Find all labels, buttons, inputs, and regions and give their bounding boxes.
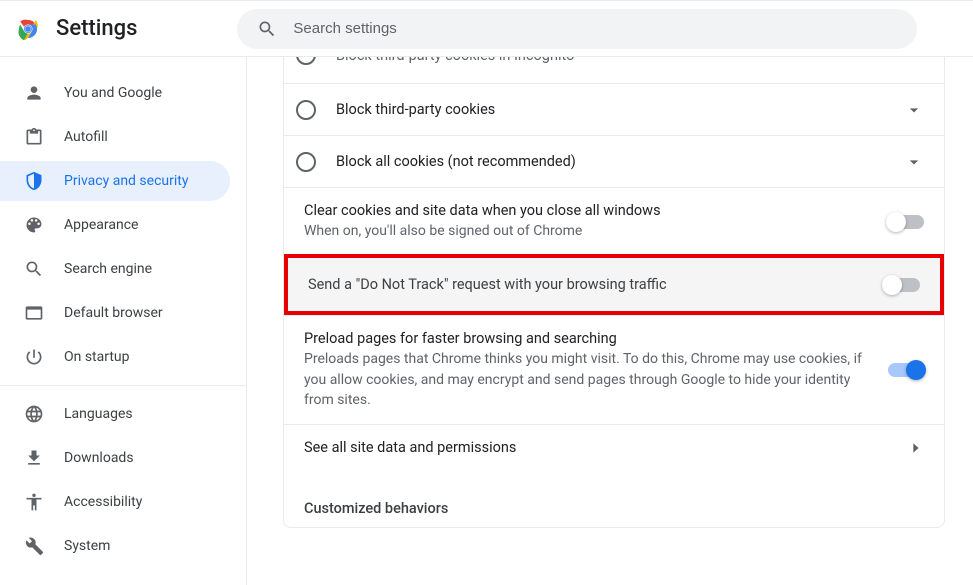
radio-block-third-party[interactable]: Block third-party cookies	[284, 83, 944, 135]
section-customized-behaviors: Customized behaviors	[284, 470, 944, 527]
radio-icon	[296, 100, 316, 120]
setting-title: Send a "Do Not Track" request with your …	[308, 276, 864, 293]
arrow-right-icon	[908, 440, 924, 456]
search-container[interactable]	[237, 9, 917, 49]
sidebar-item-privacy-and-security[interactable]: Privacy and security	[0, 161, 230, 201]
sidebar-item-label: Autofill	[64, 129, 108, 145]
toggle-do-not-track[interactable]	[884, 278, 920, 292]
sidebar-item-system[interactable]: System	[0, 526, 230, 566]
clipboard-icon	[24, 127, 44, 147]
search-icon	[24, 259, 44, 279]
setting-clear-on-close[interactable]: Clear cookies and site data when you clo…	[284, 187, 944, 255]
radio-label: Block all cookies (not recommended)	[336, 153, 904, 170]
wrench-icon	[24, 536, 44, 556]
sidebar-item-default-browser[interactable]: Default browser	[0, 293, 230, 333]
toggle-preload[interactable]	[888, 363, 924, 377]
radio-block-third-party-incognito[interactable]: Block third-party cookies in Incognito	[284, 57, 944, 83]
setting-title: Clear cookies and site data when you clo…	[304, 202, 868, 219]
setting-title: See all site data and permissions	[304, 439, 908, 456]
sidebar-item-label: Privacy and security	[64, 173, 188, 189]
setting-title: Preload pages for faster browsing and se…	[304, 330, 868, 347]
sidebar-item-appearance[interactable]: Appearance	[0, 205, 230, 245]
page-title: Settings	[56, 16, 137, 41]
radio-label: Block third-party cookies in Incognito	[336, 57, 924, 64]
link-see-all-site-data[interactable]: See all site data and permissions	[284, 424, 944, 470]
setting-subtitle: When on, you'll also be signed out of Ch…	[304, 221, 868, 241]
sidebar-item-label: You and Google	[64, 85, 162, 101]
setting-text: Send a "Do Not Track" request with your …	[308, 276, 864, 293]
sidebar-item-label: System	[64, 538, 110, 554]
search-input[interactable]	[293, 20, 897, 37]
sidebar-item-label: Downloads	[64, 450, 134, 466]
setting-text: Clear cookies and site data when you clo…	[304, 202, 868, 241]
sidebar-item-label: Accessibility	[64, 494, 142, 510]
setting-text: Preload pages for faster browsing and se…	[304, 330, 868, 410]
sidebar-item-label: On startup	[64, 349, 130, 365]
search-icon	[257, 19, 277, 39]
chrome-logo-icon	[16, 17, 40, 41]
shield-icon	[24, 171, 44, 191]
sidebar-item-downloads[interactable]: Downloads	[0, 438, 230, 478]
chevron-down-icon	[904, 100, 924, 120]
sidebar-item-autofill[interactable]: Autofill	[0, 117, 230, 157]
person-icon	[24, 83, 44, 103]
sidebar-item-label: Appearance	[64, 217, 138, 233]
setting-preload[interactable]: Preload pages for faster browsing and se…	[284, 315, 944, 424]
setting-text: See all site data and permissions	[304, 439, 908, 456]
palette-icon	[24, 215, 44, 235]
setting-subtitle: Preloads pages that Chrome thinks you mi…	[304, 349, 868, 410]
radio-block-all[interactable]: Block all cookies (not recommended)	[284, 135, 944, 187]
sidebar-item-languages[interactable]: Languages	[0, 394, 230, 434]
main-content: Block third-party cookies in Incognito B…	[247, 57, 973, 585]
accessibility-icon	[24, 492, 44, 512]
radio-icon	[296, 57, 316, 65]
header: Settings	[0, 1, 973, 57]
sidebar-item-label: Search engine	[64, 261, 152, 277]
sidebar-item-accessibility[interactable]: Accessibility	[0, 482, 230, 522]
sidebar-item-search-engine[interactable]: Search engine	[0, 249, 230, 289]
browser-icon	[24, 303, 44, 323]
sidebar-item-on-startup[interactable]: On startup	[0, 337, 230, 377]
sidebar-item-you-and-google[interactable]: You and Google	[0, 73, 230, 113]
cookies-card: Block third-party cookies in Incognito B…	[283, 57, 945, 528]
sidebar-divider	[0, 385, 246, 386]
globe-icon	[24, 404, 44, 424]
power-icon	[24, 347, 44, 367]
radio-label: Block third-party cookies	[336, 101, 904, 118]
chevron-down-icon	[904, 152, 924, 172]
setting-do-not-track[interactable]: Send a "Do Not Track" request with your …	[284, 254, 944, 315]
sidebar-item-label: Languages	[64, 406, 133, 422]
sidebar-item-label: Default browser	[64, 305, 163, 321]
toggle-clear-on-close[interactable]	[888, 215, 924, 229]
sidebar: You and Google Autofill Privacy and secu…	[0, 57, 247, 585]
download-icon	[24, 448, 44, 468]
radio-icon	[296, 152, 316, 172]
